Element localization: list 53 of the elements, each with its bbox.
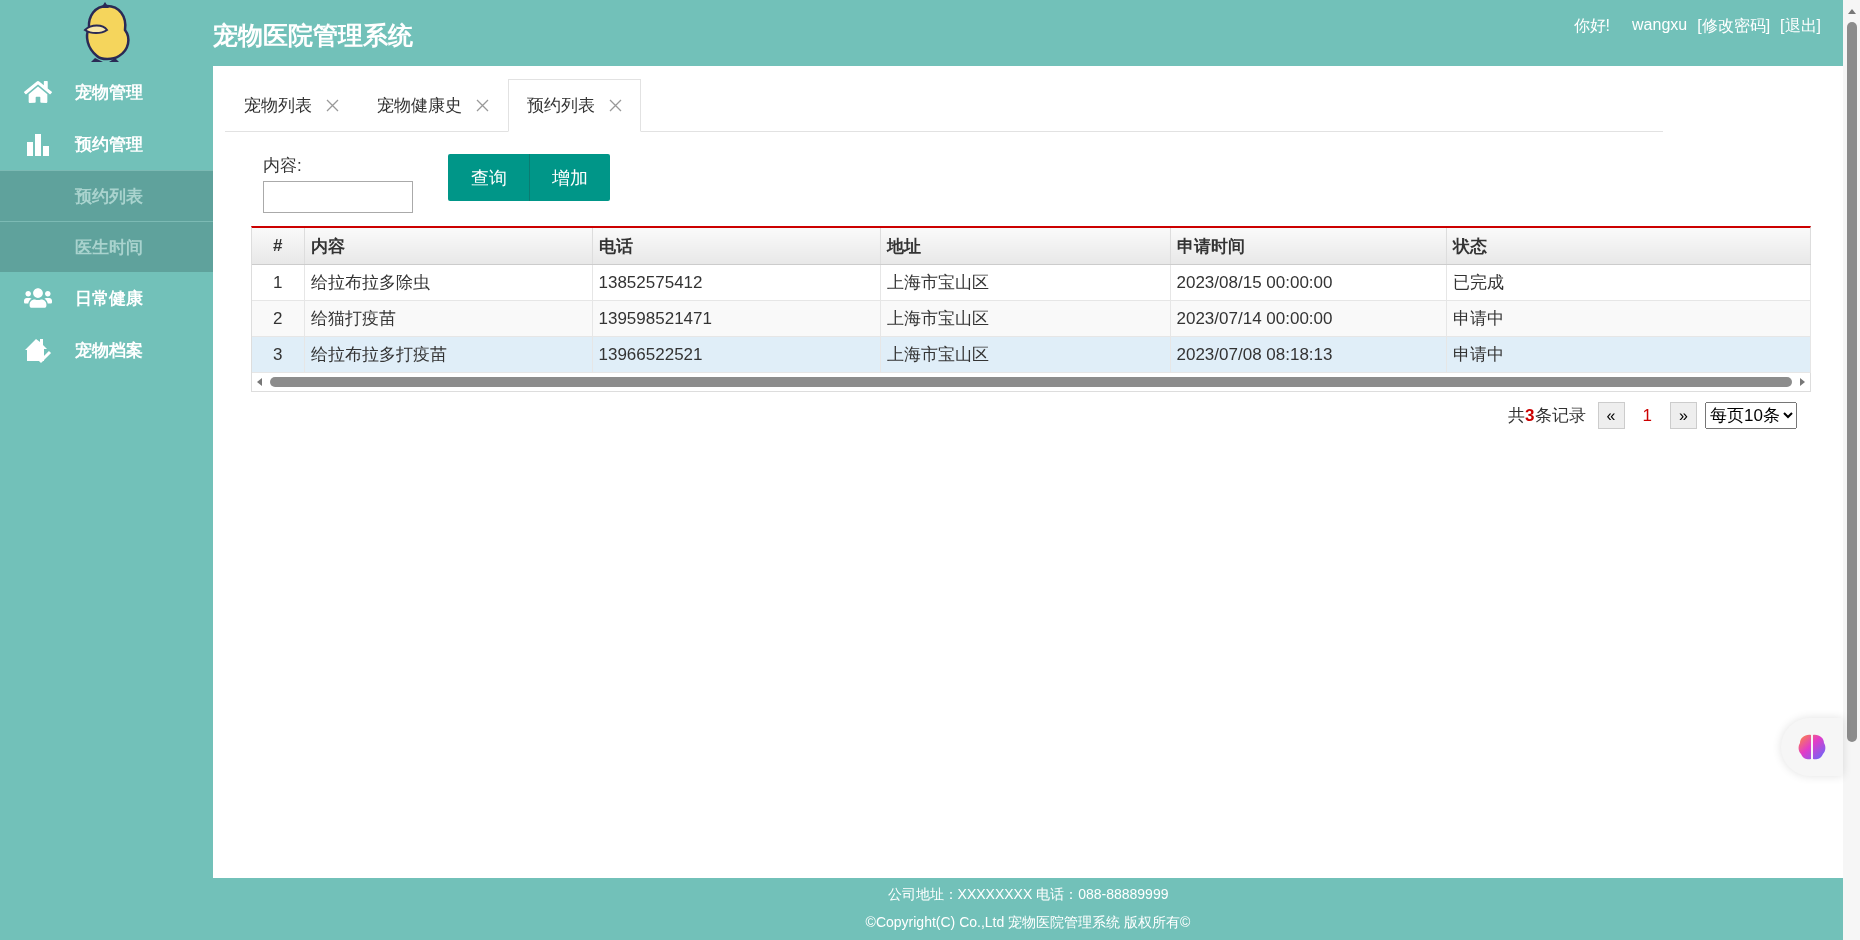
right-arrow-icon[interactable]: [1798, 378, 1806, 386]
content-input[interactable]: [263, 181, 413, 213]
username: wangxu: [1632, 16, 1688, 35]
tab[interactable]: 预约列表: [508, 79, 641, 132]
up-arrow-icon[interactable]: [1847, 8, 1856, 16]
record-count: 共3条记录: [1508, 405, 1586, 427]
column-header: 电话: [592, 228, 880, 265]
table-cell: 13966522521: [592, 336, 880, 373]
table-cell: 已完成: [1446, 264, 1810, 301]
app-title: 宠物医院管理系统: [213, 20, 413, 51]
assistant-button[interactable]: [1781, 718, 1843, 776]
table-cell: 2023/07/08 08:18:13: [1170, 336, 1446, 373]
column-header: #: [252, 228, 304, 265]
table-cell: 2023/08/15 00:00:00: [1170, 264, 1446, 301]
table-cell: 给拉布拉多除虫: [304, 264, 592, 301]
table-cell: 给拉布拉多打疫苗: [304, 336, 592, 373]
page-size-select[interactable]: 每页10条: [1705, 402, 1797, 429]
table-cell: 1: [252, 264, 304, 301]
table-cell: 139598521471: [592, 300, 880, 337]
column-header: 内容: [304, 228, 592, 265]
home-icon: [23, 78, 52, 106]
brain-icon: [1797, 733, 1827, 761]
table-cell: 13852575412: [592, 264, 880, 301]
search-button[interactable]: 查询: [448, 154, 529, 201]
table-row[interactable]: 1 给拉布拉多除虫 13852575412 上海市宝山区 2023/08/15 00:00:00 已完成: [252, 264, 1810, 301]
field-label: 内容:: [263, 155, 303, 177]
close-icon[interactable]: [326, 98, 339, 112]
table-cell: 给猫打疫苗: [304, 300, 592, 337]
table-cell: 上海市宝山区: [880, 300, 1170, 337]
close-icon[interactable]: [609, 99, 622, 112]
footer-text: 公司地址：XXXXXXXX 电话：088-88889999: [887, 886, 1169, 904]
greeting: 你好!: [1573, 16, 1611, 36]
vertical-scrollbar[interactable]: [1843, 0, 1860, 940]
table-cell: 2023/07/14 00:00:00: [1170, 300, 1446, 337]
table-cell: 上海市宝山区: [880, 264, 1170, 301]
column-header: 申请时间: [1170, 228, 1446, 265]
table-row[interactable]: 2 给猫打疫苗 139598521471 上海市宝山区 2023/07/14 00:00:00 申请中: [252, 300, 1810, 337]
table-cell: 上海市宝山区: [880, 336, 1170, 373]
table-cell: 2: [252, 300, 304, 337]
column-header: 状态: [1446, 228, 1810, 265]
table-cell: 3: [252, 336, 304, 373]
table-cell: 申请中: [1446, 336, 1810, 373]
bar-chart-icon: [24, 132, 51, 156]
previous-page-button[interactable]: «: [1597, 402, 1625, 429]
table-row[interactable]: 3 给拉布拉多打疫苗 13966522521 上海市宝山区 2023/07/08 08:18:13 申请中: [252, 336, 1810, 373]
column-header: 地址: [880, 228, 1170, 265]
page-number[interactable]: 1: [1632, 405, 1662, 426]
add-button[interactable]: 增加: [529, 154, 610, 201]
close-icon[interactable]: [476, 98, 489, 112]
table-cell: 申请中: [1446, 300, 1810, 337]
footer-text: ©Copyright(C) Co.,Ltd 宠物医院管理系统 版权所有©: [865, 914, 1191, 932]
next-page-button[interactable]: »: [1670, 402, 1697, 429]
left-arrow-icon[interactable]: [256, 378, 264, 386]
